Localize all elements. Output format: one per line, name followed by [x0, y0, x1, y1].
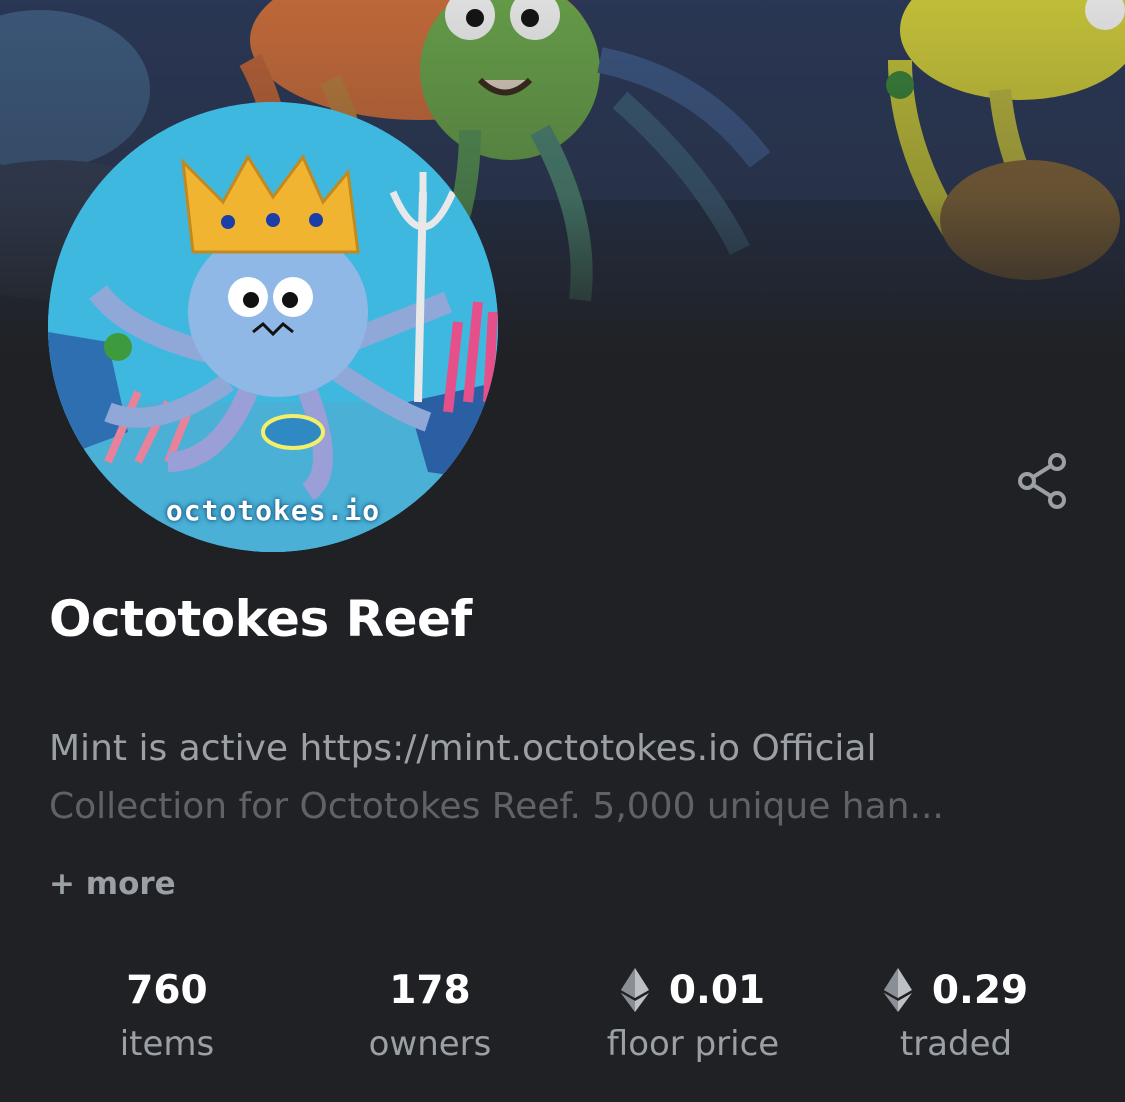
stat-items-value: 760 — [126, 967, 208, 1013]
share-button[interactable] — [1008, 448, 1074, 514]
stat-traded-label: traded — [899, 1024, 1013, 1064]
stat-value: 178 — [300, 962, 560, 1018]
ethereum-icon — [620, 968, 649, 1012]
mint-link[interactable]: https://mint.octotokes.io — [300, 728, 741, 769]
description-line-2: Collection for Octotokes Reef. 5,000 uni… — [49, 786, 944, 827]
stat-value: 0.29 — [826, 962, 1086, 1018]
stat-owners-label: owners — [368, 1024, 492, 1064]
stat-floor-price-label: floor price — [606, 1024, 780, 1064]
collection-stats: 760 items 178 owners 0.01 floor price 0.… — [0, 962, 1125, 1082]
stat-traded: 0.29 traded — [826, 962, 1086, 1064]
stat-owners-value: 178 — [389, 967, 471, 1013]
description-suffix: Official — [751, 728, 877, 769]
stat-items-label: items — [119, 1024, 215, 1064]
stat-value: 0.01 — [563, 962, 823, 1018]
share-icon — [1018, 453, 1066, 509]
collection-avatar: octotokes.io — [48, 102, 498, 552]
description-prefix: Mint is active — [49, 728, 289, 769]
stat-items: 760 items — [37, 962, 297, 1065]
collection-title: Octotokes Reef — [49, 590, 472, 648]
stat-traded-value: 0.29 — [931, 967, 1029, 1013]
ethereum-icon — [883, 968, 912, 1012]
octopus-king-image — [48, 102, 498, 552]
description-line-1: Mint is active https://mint.octotokes.io… — [49, 720, 1079, 778]
stat-floor-price-value: 0.01 — [668, 967, 766, 1013]
collection-description: Mint is active https://mint.octotokes.io… — [49, 720, 1079, 836]
stat-value: 760 — [37, 962, 297, 1018]
stat-owners: 178 owners — [300, 962, 560, 1065]
stat-floor-price: 0.01 floor price — [563, 962, 823, 1065]
avatar-caption: octotokes.io — [165, 494, 381, 527]
more-toggle[interactable]: + more — [49, 866, 176, 902]
